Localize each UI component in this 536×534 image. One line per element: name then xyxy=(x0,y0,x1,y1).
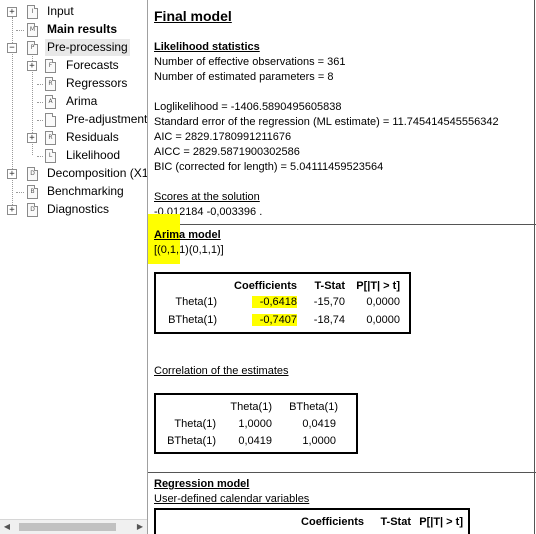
column-header: Coefficients xyxy=(234,280,297,292)
collapse-toggle[interactable]: − xyxy=(7,43,17,53)
regression-heading: Regression model xyxy=(154,478,250,490)
main-results-file-icon: M xyxy=(27,23,38,37)
tree-item-label: Pre-adjustment xyxy=(66,112,148,126)
expand-toggle[interactable]: + xyxy=(7,7,17,17)
estimated-parameters-text: Number of estimated parameters = 8 xyxy=(154,71,334,83)
tree-horizontal-scrollbar[interactable]: ◀ ▶ xyxy=(0,519,147,534)
section-divider xyxy=(148,224,536,225)
panel-right-border xyxy=(534,0,535,534)
page-title: Final model xyxy=(154,8,232,24)
correlation-value: 0,0419 xyxy=(238,435,272,447)
loglikelihood-text: Loglikelihood = -1406.5890495605838 xyxy=(154,101,342,113)
tree-item-label: Forecasts xyxy=(66,58,119,72)
column-header: P[|T| > t] xyxy=(356,280,400,292)
residuals-file-icon: R xyxy=(45,131,56,145)
column-header: T-Stat xyxy=(314,280,345,292)
tree-item-benchmarking[interactable]: B Benchmarking xyxy=(0,183,147,200)
row-label: BTheta(1) xyxy=(167,435,216,447)
coefficient-value: -0,7407 xyxy=(251,314,297,326)
tree-item-label: Decomposition (X11) xyxy=(47,166,148,180)
row-label: Theta(1) xyxy=(175,296,217,308)
pvalue-value: 0,0000 xyxy=(366,296,400,308)
tree-item-label: Input xyxy=(47,4,74,18)
tree-item-arima[interactable]: A Arima xyxy=(0,93,147,110)
coefficient-value: -0,6418 xyxy=(251,296,297,308)
tree-item-regressors[interactable]: R Regressors xyxy=(0,75,147,92)
effective-observations-text: Number of effective observations = 361 xyxy=(154,56,346,68)
scroll-left-arrow-icon[interactable]: ◀ xyxy=(2,522,12,532)
tree-item-decomposition[interactable]: + D Decomposition (X11) xyxy=(0,165,147,182)
pre-processing-file-icon: P xyxy=(27,41,38,55)
correlation-value: 1,0000 xyxy=(302,435,336,447)
tree-item-residuals[interactable]: + R Residuals xyxy=(0,129,147,146)
arima-heading: Arima model xyxy=(154,229,221,241)
decomposition-file-icon: D xyxy=(27,167,38,181)
tree-item-pre-adjustment[interactable]: Pre-adjustment xyxy=(0,111,147,128)
regression-subheading: User-defined calendar variables xyxy=(154,493,310,505)
column-header: BTheta(1) xyxy=(289,401,338,413)
correlation-value: 1,0000 xyxy=(238,418,272,430)
tree-item-label: Likelihood xyxy=(66,148,121,162)
correlation-heading: Correlation of the estimates xyxy=(154,365,289,377)
column-header: Coefficients xyxy=(301,516,364,528)
likelihood-heading: Likelihood statistics xyxy=(154,41,260,53)
column-header: Theta(1) xyxy=(230,401,272,413)
tree-item-label: Main results xyxy=(47,22,118,36)
pvalue-value: 0,0000 xyxy=(366,314,400,326)
tree-item-diagnostics[interactable]: + D Diagnostics xyxy=(0,201,147,218)
expand-toggle[interactable]: + xyxy=(27,133,37,143)
tree-item-input[interactable]: + I Input xyxy=(0,3,147,20)
tstat-value: -18,74 xyxy=(313,314,345,326)
row-label: Theta(1) xyxy=(174,418,216,430)
column-header: T-Stat xyxy=(380,516,411,528)
tree-item-label: Diagnostics xyxy=(47,202,110,216)
diagnostics-file-icon: D xyxy=(27,203,38,217)
arima-file-icon: A xyxy=(45,95,56,109)
correlation-table: Theta(1) BTheta(1) Theta(1) 1,0000 0,041… xyxy=(154,393,358,454)
pre-adjustment-file-icon xyxy=(45,113,56,127)
aic-text: AIC = 2829.1780991211676 xyxy=(154,131,292,143)
navigation-tree: + I Input M Main results − P Pre-process… xyxy=(0,0,148,534)
tree-item-main-results[interactable]: M Main results xyxy=(0,21,147,38)
expand-toggle[interactable]: + xyxy=(7,169,17,179)
report-panel: Final model Likelihood statistics Number… xyxy=(148,0,536,534)
expand-toggle[interactable]: + xyxy=(27,61,37,71)
tree-item-label: Residuals xyxy=(66,130,119,144)
column-header: P[|T| > t] xyxy=(419,516,463,528)
tstat-value: -15,70 xyxy=(313,296,345,308)
correlation-value: 0,0419 xyxy=(302,418,336,430)
aicc-text: AICC = 2829.5871900302586 xyxy=(154,146,300,158)
expand-toggle[interactable]: + xyxy=(7,205,17,215)
likelihood-file-icon: L xyxy=(45,149,56,163)
input-file-icon: I xyxy=(27,5,38,19)
forecasts-file-icon: F xyxy=(45,59,56,73)
scrollbar-thumb[interactable] xyxy=(19,523,116,531)
arima-coefficients-table: Coefficients T-Stat P[|T| > t] Theta(1) … xyxy=(154,272,411,334)
bic-text: BIC (corrected for length) = 5.041114595… xyxy=(154,161,384,173)
tree-item-pre-processing[interactable]: − P Pre-processing xyxy=(0,39,147,56)
scores-heading: Scores at the solution xyxy=(154,191,260,203)
section-divider xyxy=(148,472,536,473)
tree-item-label: Regressors xyxy=(66,76,128,90)
tree-item-label: Arima xyxy=(66,94,98,108)
arima-spec: [(0,1,1)(0,1,1)] xyxy=(154,244,224,256)
standard-error-text: Standard error of the regression (ML est… xyxy=(154,116,499,128)
tree-item-likelihood[interactable]: L Likelihood xyxy=(0,147,147,164)
regression-table: Coefficients T-Stat P[|T| > t] xyxy=(154,508,470,534)
tree-item-forecasts[interactable]: + F Forecasts xyxy=(0,57,147,74)
benchmarking-file-icon: B xyxy=(27,185,38,199)
tree-item-label: Benchmarking xyxy=(47,184,124,198)
scroll-right-arrow-icon[interactable]: ▶ xyxy=(135,522,145,532)
row-label: BTheta(1) xyxy=(168,314,217,326)
regressors-file-icon: R xyxy=(45,77,56,91)
tree-item-label: Pre-processing xyxy=(45,39,130,56)
